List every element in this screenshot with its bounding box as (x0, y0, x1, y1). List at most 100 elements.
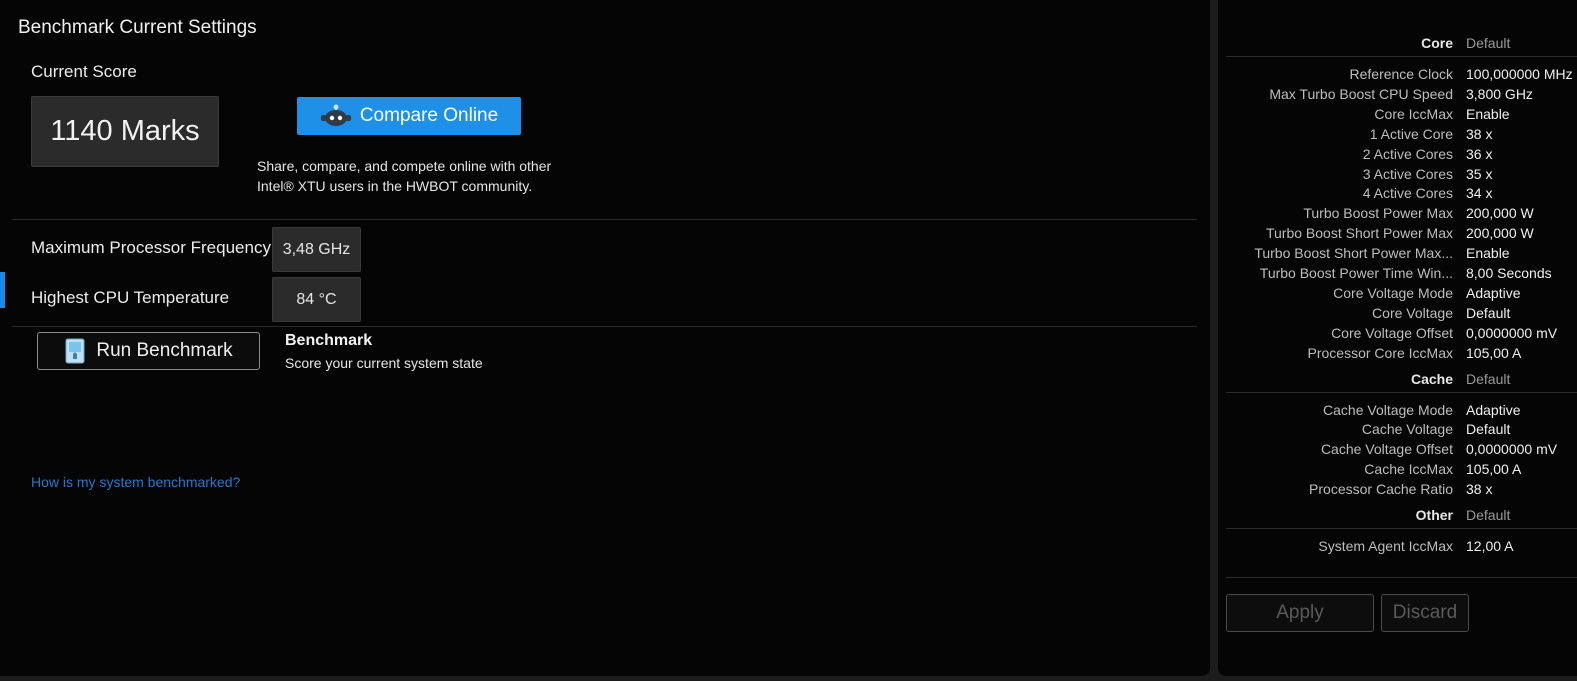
section-divider (1226, 391, 1577, 393)
section-default-label: Default (1466, 35, 1511, 51)
setting-value: 3,800 GHz (1466, 85, 1533, 102)
setting-row: Cache Voltage Default (1218, 419, 1577, 439)
setting-name: Core IccMax (1374, 105, 1453, 122)
setting-row: 3 Active Cores 35 x (1218, 164, 1577, 184)
current-score-value: 1140 Marks (31, 96, 219, 167)
setting-row: Cache IccMax 105,00 A (1218, 459, 1577, 479)
setting-name: Turbo Boost Power Time Win... (1259, 265, 1453, 281)
section-header-other: Other Default (1218, 505, 1577, 525)
setting-value: 36 x (1466, 145, 1493, 162)
section-default-label: Default (1466, 370, 1511, 387)
benchmark-description: Score your current system state (285, 355, 483, 371)
section-header-cache: Cache Default (1218, 369, 1577, 389)
setting-row: Processor Core IccMax 105,00 A (1218, 343, 1577, 363)
setting-value: 8,00 Seconds (1466, 265, 1552, 281)
setting-name: Processor Core IccMax (1307, 344, 1453, 361)
setting-name: Cache Voltage Offset (1320, 441, 1453, 458)
setting-row: Turbo Boost Power Max 200,000 W (1218, 203, 1577, 223)
setting-value: Adaptive (1466, 401, 1521, 418)
section-default-label: Default (1466, 507, 1511, 523)
setting-name: Turbo Boost Power Max (1303, 205, 1453, 222)
current-score-label: Current Score (31, 62, 137, 81)
benchmark-heading: Benchmark (285, 332, 373, 349)
setting-name: 4 Active Cores (1362, 185, 1453, 202)
compare-online-button[interactable]: Compare Online (297, 97, 521, 135)
max-processor-frequency-value: 3,48 GHz (272, 227, 361, 272)
how-benchmarked-link[interactable]: How is my system benchmarked? (31, 474, 240, 490)
setting-name: Core Voltage (1372, 304, 1453, 321)
section-name: Other (1415, 507, 1453, 523)
setting-row: 4 Active Cores 34 x (1218, 183, 1577, 203)
setting-row: System Agent IccMax 12,00 A (1218, 536, 1577, 556)
nav-selection-indicator (0, 272, 5, 308)
setting-row: Processor Cache Ratio 38 x (1218, 479, 1577, 499)
setting-row: Turbo Boost Short Power Max 200,000 W (1218, 223, 1577, 243)
setting-name: Turbo Boost Short Power Max (1265, 225, 1453, 242)
setting-row: Core Voltage Default (1218, 303, 1577, 323)
apply-button[interactable]: Apply (1226, 594, 1374, 632)
setting-value: 0,0000000 mV (1466, 441, 1558, 458)
compare-desc-line-2: Intel® XTU users in the HWBOT community. (257, 178, 533, 194)
setting-value: 200,000 W (1466, 205, 1534, 222)
max-processor-frequency-label: Maximum Processor Frequency (31, 238, 271, 257)
section-header-core: Core Default (1218, 33, 1577, 53)
divider (12, 326, 1197, 327)
setting-value: 100,000000 MHz (1466, 66, 1573, 82)
stopwatch-icon (65, 338, 85, 364)
setting-name: Core Voltage Offset (1331, 324, 1453, 341)
settings-summary-panel: Core Default Reference Clock 100,000000 MHz… (1218, 0, 1577, 676)
compare-online-description: Share, compare, and compete online with … (257, 156, 551, 196)
setting-value: 105,00 A (1466, 344, 1522, 361)
highest-cpu-temperature-label: Highest CPU Temperature (31, 288, 230, 307)
setting-name: 2 Active Cores (1362, 145, 1453, 162)
setting-row: Core IccMax Enable (1218, 104, 1577, 124)
discard-button[interactable]: Discard (1381, 594, 1469, 632)
setting-value: Default (1466, 421, 1511, 438)
divider (12, 219, 1197, 220)
setting-name: 1 Active Core (1369, 125, 1453, 142)
setting-row: Turbo Boost Power Time Win... 8,00 Second… (1218, 263, 1577, 283)
section-name: Core (1421, 35, 1453, 51)
setting-row: Cache Voltage Mode Adaptive (1218, 400, 1577, 420)
setting-row: Max Turbo Boost CPU Speed 3,800 GHz (1218, 84, 1577, 104)
setting-value: Adaptive (1466, 284, 1521, 301)
compare-desc-line-1: Share, compare, and compete online with … (257, 158, 552, 174)
list-end-divider (1226, 577, 1577, 578)
setting-value: 0,0000000 mV (1466, 324, 1558, 341)
hwbot-robot-icon (320, 104, 351, 126)
benchmark-panel: Benchmark Current Settings Current Score… (0, 0, 1210, 676)
setting-value: Default (1466, 304, 1511, 321)
setting-value: 12,00 A (1466, 538, 1514, 554)
setting-row: Core Voltage Mode Adaptive (1218, 283, 1577, 303)
setting-name: Max Turbo Boost CPU Speed (1269, 85, 1453, 102)
section-divider (1226, 528, 1577, 529)
setting-row: 1 Active Core 38 x (1218, 124, 1577, 144)
run-benchmark-label: Run Benchmark (96, 340, 233, 361)
run-benchmark-button[interactable]: Run Benchmark (37, 332, 260, 370)
setting-value: Enable (1466, 105, 1510, 122)
section-name: Cache (1410, 370, 1453, 387)
section-divider (1226, 56, 1577, 57)
setting-name: Turbo Boost Short Power Max... (1254, 245, 1453, 262)
setting-row: 2 Active Cores 36 x (1218, 144, 1577, 164)
setting-name: Cache IccMax (1364, 461, 1453, 478)
setting-value: 105,00 A (1466, 461, 1522, 478)
setting-row: Turbo Boost Short Power Max... Enable (1218, 243, 1577, 263)
panel-title: Benchmark Current Settings (18, 17, 257, 38)
setting-value: 35 x (1466, 165, 1493, 182)
setting-value: 38 x (1466, 481, 1493, 498)
setting-name: Cache Voltage (1361, 421, 1453, 438)
setting-name: Processor Cache Ratio (1309, 481, 1453, 498)
setting-value: 200,000 W (1466, 225, 1534, 242)
setting-value: Enable (1466, 245, 1510, 262)
setting-value: 38 x (1466, 125, 1493, 142)
setting-row: Cache Voltage Offset 0,0000000 mV (1218, 439, 1577, 459)
setting-name: Core Voltage Mode (1333, 284, 1453, 301)
setting-row: Core Voltage Offset 0,0000000 mV (1218, 323, 1577, 343)
compare-online-label: Compare Online (359, 105, 499, 126)
setting-name: System Agent IccMax (1318, 538, 1453, 554)
setting-name: Cache Voltage Mode (1323, 401, 1453, 418)
setting-value: 34 x (1466, 185, 1493, 202)
setting-name: 3 Active Cores (1362, 165, 1453, 182)
setting-row: Reference Clock 100,000000 MHz (1218, 64, 1577, 84)
